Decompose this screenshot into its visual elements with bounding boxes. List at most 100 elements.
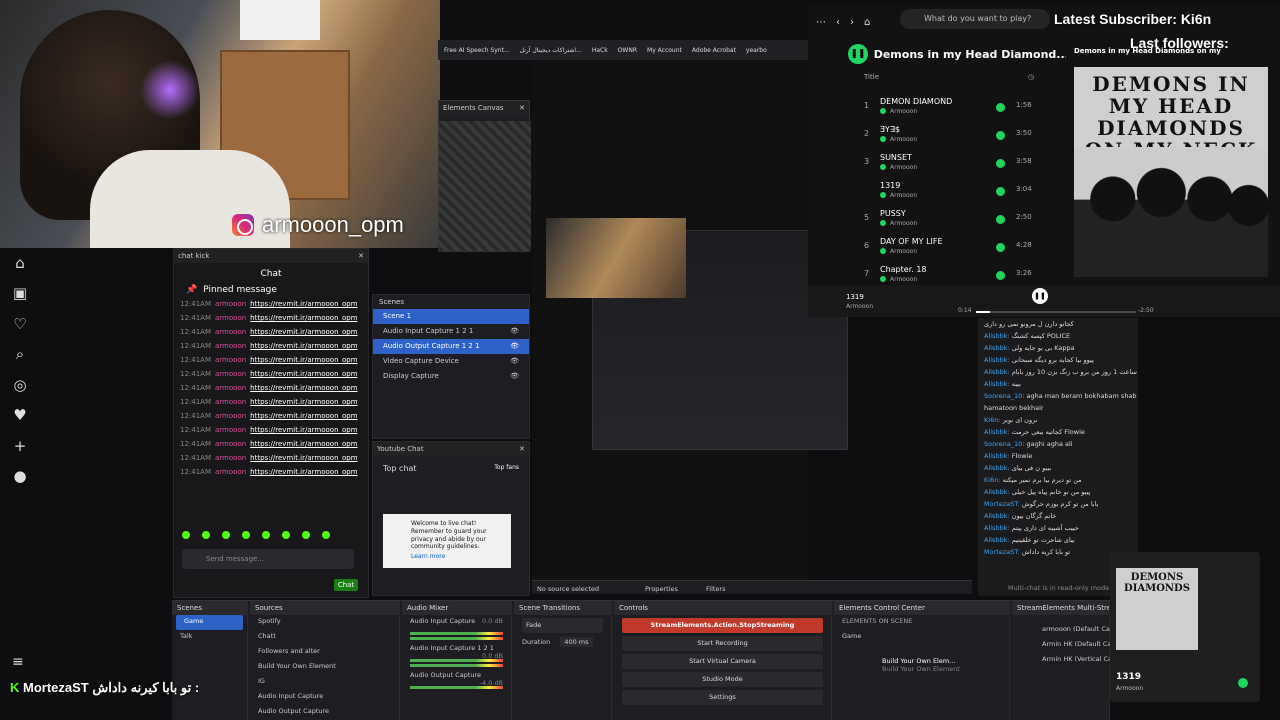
- chat-username[interactable]: armooon: [215, 356, 246, 364]
- source-item[interactable]: Audio Output Capture: [250, 705, 399, 720]
- chat-username[interactable]: armooon: [215, 440, 246, 448]
- menu-icon[interactable]: ≡: [12, 654, 24, 670]
- pinned-message[interactable]: 📌 Pinned message: [174, 283, 368, 297]
- track-row[interactable]: 2 ƎY∃$ Armooon 3:50: [858, 123, 1034, 151]
- start-virtual-camera-button[interactable]: Start Virtual Camera: [622, 654, 823, 669]
- chat-username[interactable]: armooon: [215, 314, 246, 322]
- chat-send-button[interactable]: Chat: [334, 579, 358, 591]
- filters-button[interactable]: Filters: [706, 585, 725, 593]
- source-item[interactable]: Audio Output Capture 1 2 1 👁: [373, 339, 529, 354]
- top-chat-dropdown[interactable]: Top chat: [383, 464, 417, 473]
- track-row[interactable]: 1319 Armooon 3:04: [858, 179, 1034, 207]
- source-item[interactable]: Chatt: [250, 630, 399, 645]
- multichat-user[interactable]: Alisbbk:: [984, 332, 1010, 340]
- chat-username[interactable]: armooon: [215, 384, 246, 392]
- properties-button[interactable]: Properties: [645, 585, 678, 593]
- multichat-user[interactable]: Alisbbk:: [984, 488, 1010, 496]
- plus-icon[interactable]: +: [11, 437, 29, 455]
- multichat-user[interactable]: Soorena_10:: [984, 392, 1024, 400]
- chat-link[interactable]: https://revmit.ir/armooon_opm: [250, 384, 357, 392]
- transition-select[interactable]: Fade: [522, 618, 603, 633]
- track-artist[interactable]: Armooon: [890, 192, 917, 199]
- home-icon[interactable]: ⌂: [864, 17, 870, 28]
- saved-check-icon[interactable]: [996, 271, 1005, 280]
- emote-icon[interactable]: [282, 531, 290, 539]
- play-pause-icon[interactable]: ❚❚: [848, 44, 868, 64]
- bookmark-item[interactable]: Free AI Speech Synt...: [444, 47, 510, 54]
- chat-username[interactable]: armooon: [215, 328, 246, 336]
- multichat-user[interactable]: Soorena_10:: [984, 440, 1024, 448]
- chat-input[interactable]: Send message...: [182, 549, 354, 569]
- eye-icon[interactable]: 👁: [510, 342, 519, 351]
- scene-item[interactable]: Game: [176, 615, 243, 630]
- multichat-user[interactable]: Alisbbk:: [984, 524, 1010, 532]
- spotify-search[interactable]: What do you want to play?: [900, 9, 1050, 29]
- multistream-target[interactable]: armooon (Default Canv...: [1012, 623, 1124, 638]
- emote-icon[interactable]: [302, 531, 310, 539]
- video-icon[interactable]: ▣: [11, 284, 29, 302]
- saved-check-icon[interactable]: [996, 131, 1005, 140]
- profile-icon[interactable]: ●: [11, 467, 29, 485]
- eye-icon[interactable]: 👁: [510, 372, 519, 381]
- multistream-target[interactable]: Armin HK (Default Canv...: [1012, 638, 1125, 653]
- chat-username[interactable]: armooon: [215, 370, 246, 378]
- multichat-user[interactable]: Alisbbk:: [984, 452, 1010, 460]
- emote-icon[interactable]: [322, 531, 330, 539]
- top-fans-button[interactable]: Top fans: [494, 464, 519, 473]
- chat-link[interactable]: https://revmit.ir/armooon_opm: [250, 468, 357, 476]
- settings-button[interactable]: Settings: [622, 690, 823, 705]
- saved-check-icon[interactable]: [996, 215, 1005, 224]
- track-row[interactable]: 6 DAY OF MY LIFE Armooon 4:28: [858, 235, 1034, 263]
- emote-icon[interactable]: [262, 531, 270, 539]
- eye-icon[interactable]: 👁: [510, 327, 519, 336]
- chat-link[interactable]: https://revmit.ir/armooon_opm: [250, 328, 357, 336]
- multichat-user[interactable]: MortezaST:: [984, 500, 1020, 508]
- source-item[interactable]: Audio Input Capture: [250, 690, 399, 705]
- chat-username[interactable]: armooon: [215, 398, 246, 406]
- multichat-user[interactable]: Alisbbk:: [984, 428, 1010, 436]
- multichat-user[interactable]: Alisbbk:: [984, 344, 1010, 352]
- source-item[interactable]: IG: [250, 675, 399, 690]
- track-artist[interactable]: Armooon: [890, 276, 917, 283]
- heart-icon[interactable]: ♥: [11, 406, 29, 424]
- duration-input[interactable]: 400 ms: [560, 637, 593, 647]
- chat-link[interactable]: https://revmit.ir/armooon_opm: [250, 342, 357, 350]
- progress-bar[interactable]: [976, 311, 1136, 313]
- multichat-user[interactable]: Alisbbk:: [984, 356, 1010, 364]
- scene-item[interactable]: Talk: [172, 630, 247, 645]
- multistream-target[interactable]: Armin HK (Vertical Can...: [1012, 653, 1122, 668]
- source-item[interactable]: Video Capture Device 👁: [373, 354, 529, 369]
- source-item[interactable]: Audio Input Capture 1 2 1 👁: [373, 324, 529, 339]
- obs-preview[interactable]: [532, 60, 848, 580]
- saved-check-icon[interactable]: [996, 243, 1005, 252]
- chat-link[interactable]: https://revmit.ir/armooon_opm: [250, 300, 357, 308]
- multichat-user[interactable]: Alisbbk:: [984, 380, 1010, 388]
- saved-check-icon[interactable]: [996, 159, 1005, 168]
- bookmark-item[interactable]: HaCk: [592, 47, 608, 54]
- source-item[interactable]: Followers and alter: [250, 645, 399, 660]
- multichat-user[interactable]: Ki6n:: [984, 416, 1001, 424]
- chat-link[interactable]: https://revmit.ir/armooon_opm: [250, 440, 357, 448]
- forward-icon[interactable]: ›: [850, 17, 854, 28]
- element-card[interactable]: Build Your Own Elem... Build Your Own El…: [834, 655, 1009, 673]
- source-item[interactable]: Display Capture 👁: [373, 369, 529, 384]
- emote-icon[interactable]: [242, 531, 250, 539]
- learn-more-link[interactable]: Learn more: [411, 553, 505, 561]
- chat-link[interactable]: https://revmit.ir/armooon_opm: [250, 370, 357, 378]
- track-artist[interactable]: Armooon: [890, 220, 917, 227]
- track-artist[interactable]: Armooon: [890, 136, 917, 143]
- chat-link[interactable]: https://revmit.ir/armooon_opm: [250, 356, 357, 364]
- track-row[interactable]: 1 DEMON DIAMOND Armooon 1:56: [858, 95, 1034, 123]
- studio-mode-button[interactable]: Studio Mode: [622, 672, 823, 687]
- multichat-user[interactable]: MortezaST:: [984, 548, 1020, 556]
- multichat-user[interactable]: Ki6n:: [984, 476, 1001, 484]
- source-item[interactable]: Spotify: [250, 615, 399, 630]
- close-icon[interactable]: ✕: [519, 445, 525, 453]
- chat-username[interactable]: armooon: [215, 412, 246, 420]
- multichat-user[interactable]: Alisbbk:: [984, 536, 1010, 544]
- chat-username[interactable]: armooon: [215, 342, 246, 350]
- eye-icon[interactable]: 👁: [510, 357, 519, 366]
- pause-button[interactable]: ❚❚: [1032, 288, 1048, 304]
- track-artist[interactable]: Armooon: [890, 108, 917, 115]
- chat-username[interactable]: armooon: [215, 454, 246, 462]
